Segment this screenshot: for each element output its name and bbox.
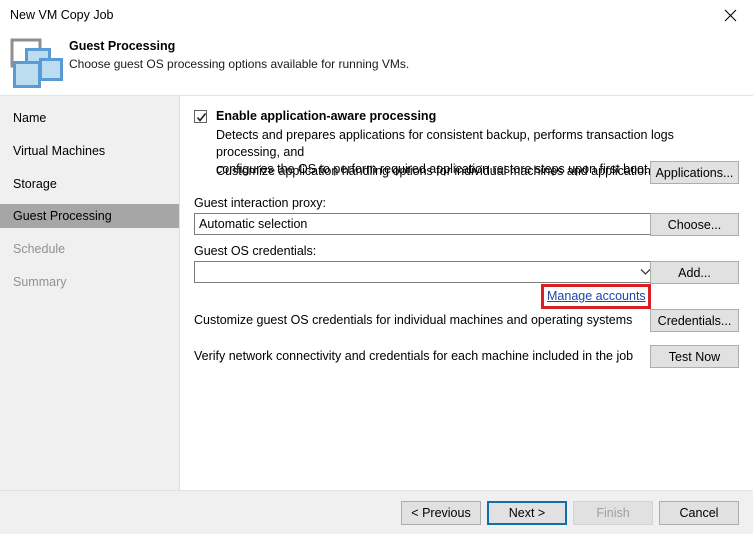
enable-app-aware-processing-row[interactable]: Enable application-aware processing bbox=[194, 109, 436, 123]
sidebar-item-label: Storage bbox=[13, 177, 57, 191]
window-title: New VM Copy Job bbox=[10, 8, 114, 22]
enable-app-aware-processing-label: Enable application-aware processing bbox=[216, 109, 437, 123]
verify-connectivity-text: Verify network connectivity and credenti… bbox=[194, 349, 634, 363]
sidebar-item-summary[interactable]: Summary bbox=[0, 270, 179, 294]
page-title: Guest Processing bbox=[69, 39, 176, 53]
sidebar-item-virtual-machines[interactable]: Virtual Machines bbox=[0, 139, 179, 163]
close-button[interactable] bbox=[707, 0, 753, 31]
sidebar-item-label: Schedule bbox=[13, 242, 66, 256]
next-button[interactable]: Next > bbox=[487, 501, 567, 525]
guest-interaction-proxy-label: Guest interaction proxy: bbox=[194, 196, 327, 210]
sidebar-item-name[interactable]: Name bbox=[0, 106, 179, 130]
title-bar: New VM Copy Job bbox=[0, 0, 753, 32]
dialog-footer: < Previous Next > Finish Cancel bbox=[0, 491, 753, 534]
guest-interaction-proxy-input[interactable]: Automatic selection bbox=[194, 213, 658, 235]
credentials-button[interactable]: Credentials... bbox=[650, 309, 739, 332]
finish-button[interactable]: Finish bbox=[573, 501, 653, 525]
choose-button[interactable]: Choose... bbox=[650, 213, 739, 236]
sidebar-item-label: Guest Processing bbox=[13, 209, 112, 223]
virtual-machines-icon bbox=[8, 37, 64, 89]
test-now-button[interactable]: Test Now bbox=[650, 345, 739, 368]
guest-os-credentials-dropdown[interactable] bbox=[194, 261, 658, 283]
enable-app-aware-processing-checkbox[interactable] bbox=[194, 110, 207, 123]
guest-interaction-proxy-value: Automatic selection bbox=[199, 217, 308, 231]
wizard-step-nav: Name Virtual Machines Storage Guest Proc… bbox=[0, 96, 180, 490]
cancel-button[interactable]: Cancel bbox=[659, 501, 739, 525]
sidebar-item-label: Virtual Machines bbox=[13, 144, 106, 158]
page-subtitle: Choose guest OS processing options avail… bbox=[69, 57, 410, 71]
sidebar-item-label: Name bbox=[13, 111, 47, 125]
guest-os-credentials-label: Guest OS credentials: bbox=[194, 244, 317, 258]
sidebar-item-label: Summary bbox=[13, 275, 67, 289]
add-button[interactable]: Add... bbox=[650, 261, 739, 284]
sidebar-item-storage[interactable]: Storage bbox=[0, 172, 179, 196]
customize-applications-text: Customize application handling options f… bbox=[216, 164, 658, 178]
customize-credentials-text: Customize guest OS credentials for indiv… bbox=[194, 313, 633, 327]
close-icon bbox=[724, 9, 737, 22]
main-content-panel: Enable application-aware processing Dete… bbox=[181, 96, 753, 490]
dialog-header: Guest Processing Choose guest OS process… bbox=[0, 32, 753, 95]
sidebar-item-schedule[interactable]: Schedule bbox=[0, 237, 179, 261]
sidebar-item-guest-processing[interactable]: Guest Processing bbox=[0, 204, 179, 228]
manage-accounts-link[interactable]: Manage accounts bbox=[547, 289, 646, 303]
applications-button[interactable]: Applications... bbox=[650, 161, 739, 184]
app-aware-description-line1: Detects and prepares applications for co… bbox=[216, 128, 674, 159]
previous-button[interactable]: < Previous bbox=[401, 501, 481, 525]
